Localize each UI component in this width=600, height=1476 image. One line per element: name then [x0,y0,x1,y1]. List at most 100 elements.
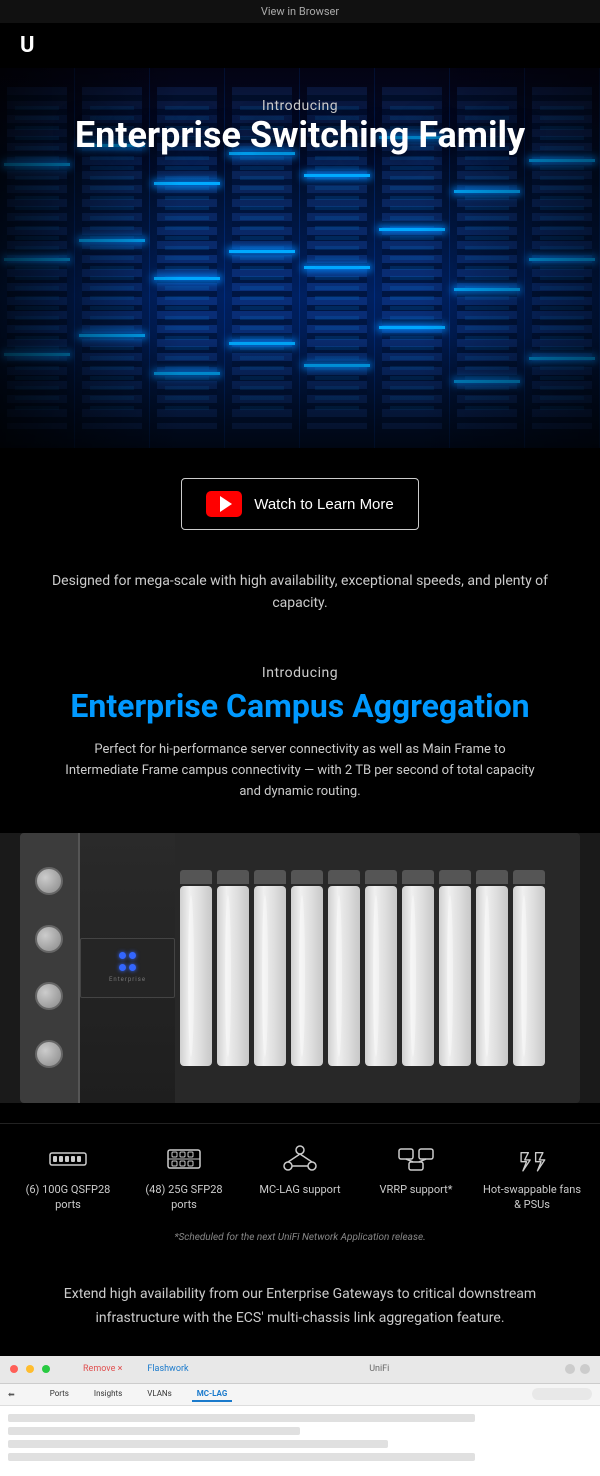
youtube-play-icon [220,496,232,512]
vrrp-icon [396,1144,436,1174]
mockup-nav-tab-vlans[interactable]: VLANs [142,1387,177,1402]
mockup-content-row-4 [8,1453,475,1461]
mockup-nav-tab-ports[interactable]: Ports [45,1387,74,1402]
cable-plug-3 [254,870,286,884]
cable-body-5 [328,886,360,1066]
cable-10 [513,870,545,1066]
extend-section: Extend high availability from our Enterp… [0,1258,600,1356]
cable-body-8 [439,886,471,1066]
cables-area [175,833,580,1103]
cable-9 [476,870,508,1066]
feature-vrrp: VRRP support* [366,1144,466,1197]
screenshot-mockup: Remove × Flashwork UniFi ⬅ Ports Insight… [0,1356,600,1476]
feature-100g-label: (6) 100G QSFP28 ports [18,1182,118,1213]
campus-title: Enterprise Campus Aggregation [40,687,560,725]
mockup-tab-1: Remove × [78,1362,127,1376]
mockup-content-row-1 [8,1414,475,1422]
feature-mclag: MC-LAG support [250,1144,350,1197]
footnote: *Scheduled for the next UniFi Network Ap… [0,1232,600,1258]
feature-25g: (48) 25G SFP28 ports [134,1144,234,1213]
cable-body-3 [254,886,286,1066]
extend-text: Extend high availability from our Enterp… [50,1283,550,1331]
description-text: Designed for mega-scale with high availa… [0,560,600,645]
cable-4 [291,870,323,1066]
hero-title: Enterprise Switching Family [0,114,600,157]
features-row: (6) 100G QSFP28 ports (48) 25G SFP28 por… [0,1123,600,1233]
feature-25g-label: (48) 25G SFP28 ports [134,1182,234,1213]
view-in-browser-label[interactable]: View in Browser [261,5,339,18]
mockup-center-label: UniFi [369,1364,389,1374]
feature-hotswap-label: Hot-swappable fans & PSUs [482,1182,582,1213]
ports-100g-icon [48,1144,88,1174]
cable-body-1 [180,886,212,1066]
cable-plug-7 [402,870,434,884]
knob-4 [35,1040,63,1068]
floor-overlay [0,334,600,448]
feature-hotswap: Hot-swappable fans & PSUs [482,1144,582,1213]
cable-plug-6 [365,870,397,884]
header: U [0,23,600,68]
switch-chassis-visual: Enterprise [20,833,580,1103]
cable-body-10 [513,886,545,1066]
mockup-browser-tabs: Remove × Flashwork [78,1362,194,1376]
feature-100g: (6) 100G QSFP28 ports [18,1144,118,1213]
cable-body-7 [402,886,434,1066]
ports-25g-icon [164,1144,204,1174]
mockup-browser-bar: Remove × Flashwork UniFi [0,1356,600,1384]
led-2 [129,952,136,959]
cable-plug-9 [476,870,508,884]
ubiquiti-logo: U [20,33,35,58]
led-3 [119,964,126,971]
cable-3 [254,870,286,1066]
led-1 [119,952,126,959]
feature-mclag-label: MC-LAG support [259,1182,340,1197]
settings-icon [580,1364,590,1374]
mockup-search-bar [532,1388,592,1400]
cable-2 [217,870,249,1066]
cable-plug-5 [328,870,360,884]
minimize-dot [26,1365,34,1373]
cable-8 [439,870,471,1066]
cable-7 [402,870,434,1066]
mockup-content-row-2 [8,1427,300,1435]
cable-plug-1 [180,870,212,884]
mockup-nav-tab-insights[interactable]: Insights [89,1387,127,1402]
cable-5 [328,870,360,1066]
cable-6 [365,870,397,1066]
cable-plug-4 [291,870,323,884]
led-group-2 [119,964,136,971]
cable-plug-2 [217,870,249,884]
watch-section: Watch to Learn More [0,448,600,560]
hotswap-icon [512,1144,552,1174]
hero-text: Introducing Enterprise Switching Family [0,98,600,157]
watch-button-label: Watch to Learn More [254,496,394,513]
youtube-icon [206,491,242,517]
front-panel: Enterprise [80,938,175,998]
mockup-nav-icon: ⬅ [8,1390,15,1399]
mockup-tab-2: Flashwork [142,1362,193,1376]
cable-body-9 [476,886,508,1066]
campus-section: Introducing Enterprise Campus Aggregatio… [0,645,600,813]
cable-plug-8 [439,870,471,884]
product-image: Enterprise [0,833,600,1103]
moon-icon [565,1364,575,1374]
close-dot [10,1365,18,1373]
feature-vrrp-label: VRRP support* [380,1182,453,1197]
cable-1 [180,870,212,1066]
mockup-nav-tab-mclag[interactable]: MC-LAG [192,1387,233,1402]
led-4 [129,964,136,971]
mclag-icon [280,1144,320,1174]
knob-2 [35,925,63,953]
mockup-nav-tabs: Ports Insights VLANs MC-LAG [45,1387,233,1402]
rack-left-panel [20,833,80,1103]
cable-body-6 [365,886,397,1066]
cable-body-4 [291,886,323,1066]
hero-section: Introducing Enterprise Switching Family [0,68,600,448]
enterprise-label: Enterprise [109,976,146,983]
cable-plug-10 [513,870,545,884]
led-group-1 [119,952,136,959]
maximize-dot [42,1365,50,1373]
watch-button[interactable]: Watch to Learn More [181,478,419,530]
cable-body-2 [217,886,249,1066]
mockup-toolbar: ⬅ Ports Insights VLANs MC-LAG [0,1384,600,1406]
